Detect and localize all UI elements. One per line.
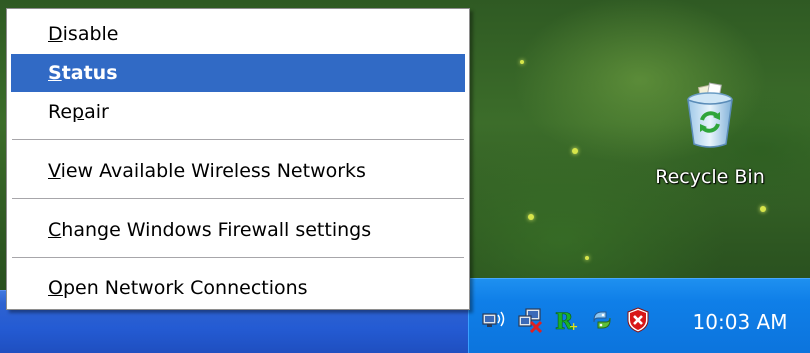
python-icon[interactable] (588, 306, 616, 334)
label-suffix: tatus (61, 62, 118, 84)
recycle-bin-icon (674, 80, 746, 152)
recycle-bin-shortcut[interactable]: Recycle Bin (640, 80, 780, 188)
wallpaper-flower (572, 148, 578, 154)
tray-icons: R + (480, 300, 652, 340)
wallpaper-flower (585, 256, 589, 260)
menu-item-label: Disable (48, 23, 119, 45)
label-suffix: hange Windows Firewall settings (61, 219, 372, 241)
menu-item-label: Status (48, 62, 118, 84)
label-suffix: air (84, 101, 109, 123)
label-prefix: Re (48, 101, 73, 123)
menu-separator (12, 257, 464, 258)
access-key: S (48, 62, 62, 84)
access-key: C (48, 219, 62, 241)
menu-separator (12, 198, 464, 199)
security-center-shield-icon[interactable] (624, 306, 652, 334)
menu-item-label: View Available Wireless Networks (48, 160, 366, 182)
access-key: O (48, 277, 63, 299)
menu-item-view-wireless-networks[interactable]: View Available Wireless Networks (11, 152, 465, 190)
wallpaper-flower (528, 214, 534, 220)
recycle-bin-label: Recycle Bin (655, 166, 765, 188)
menu-item-change-firewall-settings[interactable]: Change Windows Firewall settings (11, 211, 465, 249)
network-disconnected-icon[interactable] (516, 306, 544, 334)
taskbar-clock[interactable]: 10:03 AM (685, 307, 795, 337)
menu-item-disable[interactable]: Disable (11, 15, 465, 53)
menu-item-label: Change Windows Firewall settings (48, 219, 371, 241)
network-context-menu: Disable Status Repair View Available Wir… (6, 8, 470, 310)
menu-item-status[interactable]: Status (11, 54, 465, 92)
svg-text:+: + (569, 320, 578, 333)
label-suffix: pen Network Connections (62, 277, 308, 299)
menu-item-repair[interactable]: Repair (11, 93, 465, 131)
wallpaper-flower (760, 206, 766, 212)
wallpaper-flower (520, 60, 524, 64)
menu-item-open-network-connections[interactable]: Open Network Connections (11, 269, 465, 307)
menu-item-label: Open Network Connections (48, 277, 308, 299)
label-suffix: iew Available Wireless Networks (60, 160, 366, 182)
access-key: D (48, 23, 63, 45)
label-suffix: isable (62, 23, 119, 45)
access-key: p (72, 101, 85, 123)
menu-separator (12, 139, 464, 140)
menu-item-label: Repair (48, 101, 109, 123)
access-key: V (48, 160, 61, 182)
r-app-icon[interactable]: R + (552, 306, 580, 334)
wireless-network-icon[interactable] (480, 306, 508, 334)
